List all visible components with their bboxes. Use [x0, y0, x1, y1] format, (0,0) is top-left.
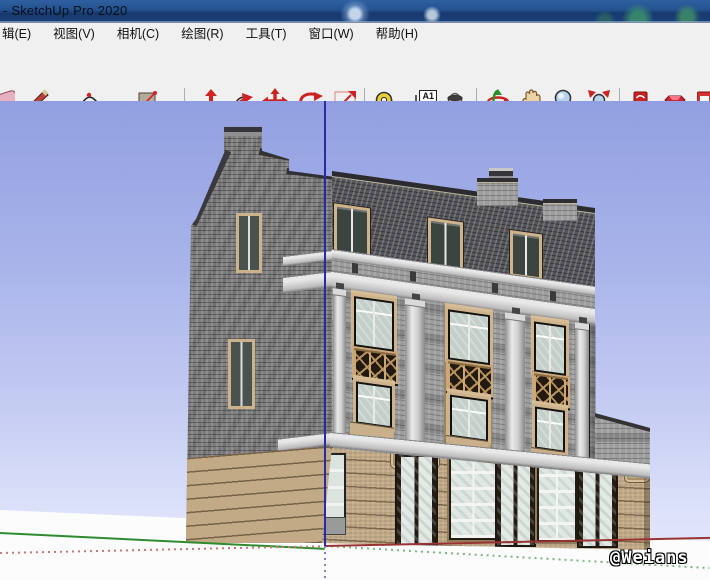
- cornice-bracket: [352, 263, 358, 274]
- cornice-bracket: [492, 282, 498, 293]
- building-side-wall: [186, 124, 333, 543]
- balcony: [532, 371, 570, 408]
- entry-door: [495, 453, 536, 547]
- mid-parapet: [477, 178, 518, 206]
- right-return-shade: [589, 324, 596, 478]
- chimney-cap: [220, 124, 266, 136]
- dormer-window: [428, 217, 463, 269]
- side-stone-base: [186, 446, 333, 543]
- watermark: @Weians: [610, 548, 689, 568]
- gable-coping: [259, 148, 292, 161]
- viewport-canvas[interactable]: @Weians: [0, 101, 710, 580]
- menu-bar: 辑(E) 视图(V) 相机(C) 绘图(R) 工具(T) 窗口(W) 帮助(H): [0, 22, 710, 43]
- cornice-bracket: [550, 291, 556, 302]
- upper-window: [354, 296, 394, 352]
- balcony: [446, 359, 493, 398]
- stone-texture: [182, 434, 337, 557]
- side-window-upper: [236, 213, 262, 273]
- pilaster: [333, 288, 346, 443]
- dormer-window: [510, 230, 542, 278]
- dormer-window: [334, 203, 370, 255]
- right-parapet: [543, 199, 577, 221]
- axis-blue-dotted: [324, 546, 326, 580]
- pilaster: [575, 322, 589, 477]
- sketchup-window: - SketchUp Pro 2020 辑(E) 视图(V) 相机(C) 绘图(…: [0, 0, 710, 580]
- cornice-bracket: [410, 271, 416, 282]
- storefront-window: [537, 459, 577, 542]
- podium-parapet: [595, 411, 650, 464]
- lower-window: [356, 381, 392, 428]
- podium-coping: [594, 412, 651, 432]
- pilaster: [405, 298, 425, 454]
- lower-window: [535, 407, 565, 453]
- toolbar: A1: [0, 42, 710, 102]
- pilaster: [505, 312, 525, 468]
- title-bar[interactable]: - SketchUp Pro 2020: [0, 0, 710, 22]
- upper-window: [534, 321, 566, 375]
- lower-window: [450, 395, 488, 442]
- window-title: - SketchUp Pro 2020: [3, 3, 127, 18]
- entry-door: [395, 450, 438, 546]
- gable-coping: [191, 150, 231, 227]
- upper-window: [448, 309, 490, 365]
- balcony: [352, 346, 398, 384]
- side-window-lower: [228, 339, 255, 409]
- storefront-window: [449, 456, 498, 540]
- axis-blue-solid: [324, 101, 326, 546]
